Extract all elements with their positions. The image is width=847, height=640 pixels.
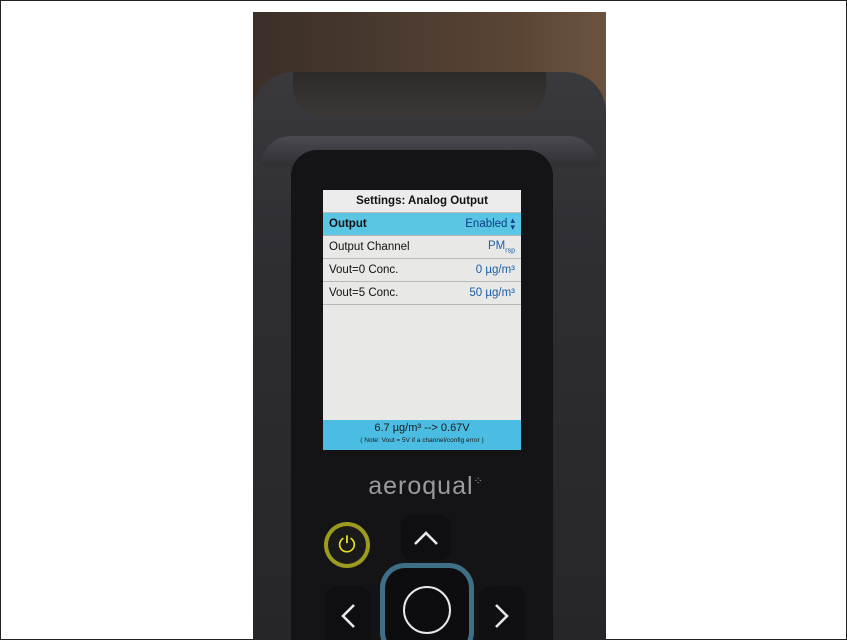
row-output-channel[interactable]: Output Channel PMrsp (323, 236, 521, 259)
screen-title: Settings: Analog Output (323, 190, 521, 213)
device-top-cap (293, 72, 546, 117)
row-value: PMrsp (488, 239, 515, 255)
chevron-up-icon (414, 531, 438, 545)
ok-button[interactable] (385, 568, 469, 640)
chevron-right-icon (495, 604, 509, 628)
row-value: 50 µg/m³ (469, 287, 515, 299)
up-down-arrow-icon: ▴ ▾ (510, 215, 515, 232)
row-label: Vout=0 Conc. (329, 264, 399, 276)
live-reading: 6.7 µg/m³ --> 0.67V (374, 422, 470, 434)
row-label: Vout=5 Conc. (329, 287, 399, 299)
power-icon: ⏻ (338, 532, 356, 557)
device-screen: Settings: Analog Output Output Enabled ▴ ▾… (323, 190, 521, 450)
row-value: 0 µg/m³ (475, 264, 515, 276)
left-button[interactable] (325, 586, 371, 640)
brand-logo: aeroqual⁘ (368, 472, 484, 500)
up-button[interactable] (401, 515, 451, 561)
row-value: Enabled ▴ ▾ (465, 215, 515, 232)
logo-dots-icon: ⁘ (473, 475, 484, 488)
row-vout5-conc[interactable]: Vout=5 Conc. 50 µg/m³ (323, 282, 521, 305)
row-output[interactable]: Output Enabled ▴ ▾ (323, 213, 521, 236)
row-label: Output Channel (329, 241, 410, 253)
right-button[interactable] (479, 586, 525, 640)
device-photo: Settings: Analog Output Output Enabled ▴ ▾… (253, 12, 606, 640)
footer-note: ( Note: Vout = 5V if a channel/config er… (360, 437, 484, 444)
power-button[interactable]: ⏻ (324, 522, 370, 568)
chevron-left-icon (341, 604, 355, 628)
circle-icon (403, 586, 451, 634)
status-footer: 6.7 µg/m³ --> 0.67V ( Note: Vout = 5V if… (323, 420, 521, 450)
row-vout0-conc[interactable]: Vout=0 Conc. 0 µg/m³ (323, 259, 521, 282)
row-label: Output (329, 218, 367, 230)
